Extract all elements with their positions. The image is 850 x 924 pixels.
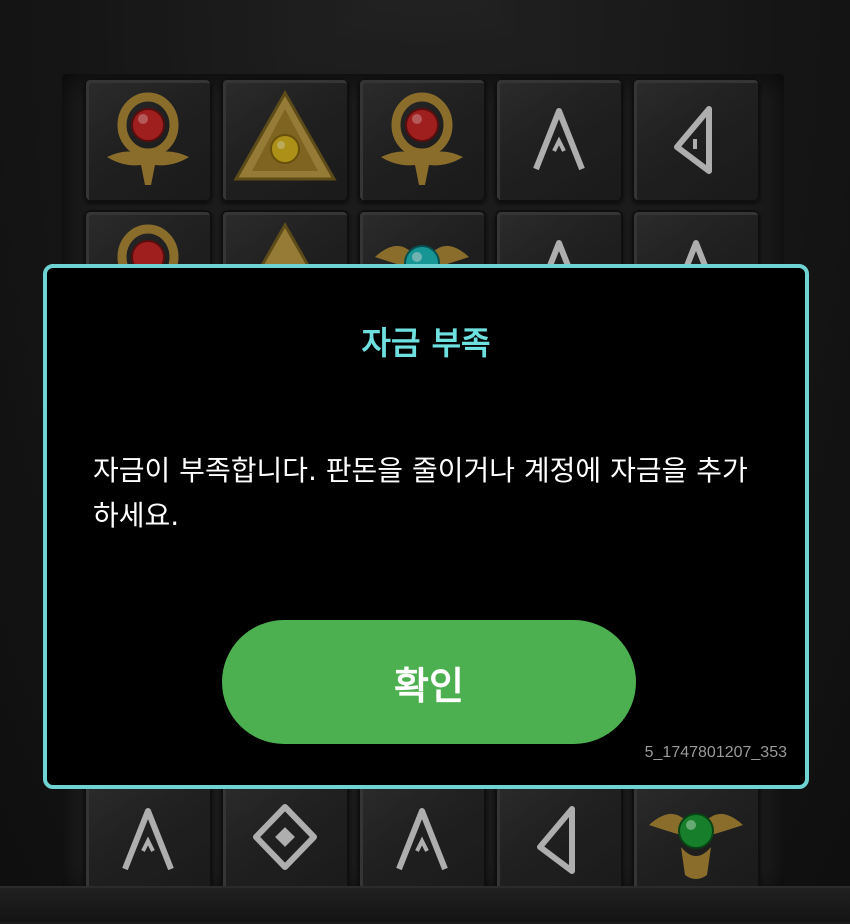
confirm-button[interactable]: 확인 — [222, 620, 636, 744]
dialog-title: 자금 부족 — [361, 324, 491, 362]
dialog-message: 자금이 부족합니다. 판돈을 줄이거나 계정에 자금을 추가하세요. — [93, 454, 748, 532]
insufficient-funds-dialog: 자금 부족 자금이 부족합니다. 판돈을 줄이거나 계정에 자금을 추가하세요.… — [43, 264, 809, 789]
session-id-label: 5_1747801207_353 — [644, 744, 787, 761]
